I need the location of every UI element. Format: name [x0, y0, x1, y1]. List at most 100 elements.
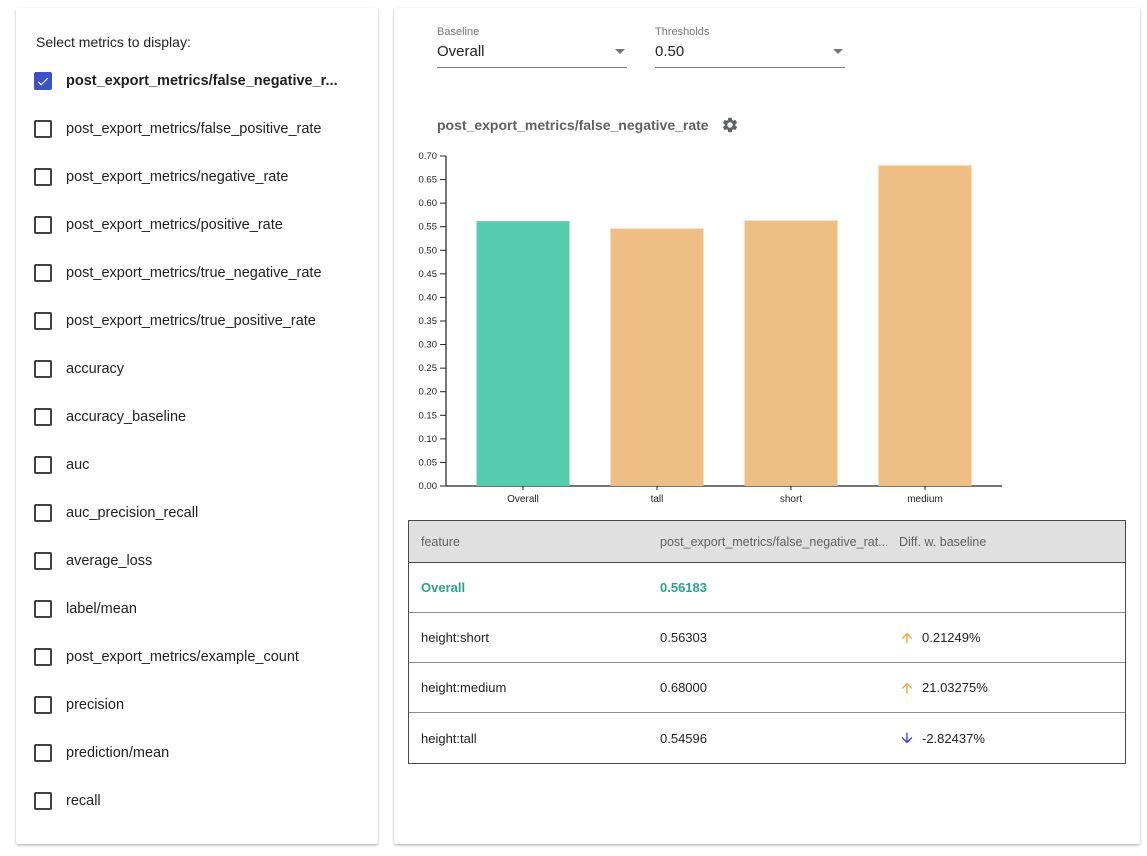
svg-text:0.05: 0.05: [419, 457, 438, 468]
checkbox-icon[interactable]: [34, 504, 52, 522]
svg-text:0.55: 0.55: [419, 222, 438, 233]
metric-checkbox-item[interactable]: accuracy_baseline: [34, 393, 374, 441]
svg-text:0.00: 0.00: [419, 481, 438, 492]
checkbox-icon[interactable]: [34, 264, 52, 282]
metric-label: post_export_metrics/false_positive_rate: [66, 121, 322, 137]
svg-text:0.40: 0.40: [419, 292, 438, 303]
diff-cell: -2.82437%: [887, 730, 1125, 746]
svg-text:Overall: Overall: [507, 494, 539, 505]
baseline-select[interactable]: Baseline Overall: [437, 26, 627, 68]
table-row[interactable]: height:short 0.56303 0.21249%: [409, 613, 1125, 663]
metric-checkbox-item[interactable]: auc: [34, 441, 374, 489]
checkbox-icon[interactable]: [34, 792, 52, 810]
diff-value: 21.03275%: [922, 680, 988, 695]
metrics-table: feature post_export_metrics/false_negati…: [408, 520, 1126, 764]
metrics-panel: Baseline Overall Thresholds 0.50 post_ex…: [394, 8, 1140, 844]
svg-text:0.50: 0.50: [419, 245, 438, 256]
metric-label: average_loss: [66, 553, 152, 569]
metric-label: recall: [66, 793, 101, 809]
table-row[interactable]: height:medium 0.68000 21.03275%: [409, 663, 1125, 713]
diff-cell: 0.21249%: [887, 630, 1125, 646]
checkbox-icon[interactable]: [34, 744, 52, 762]
panel-title: Select metrics to display:: [36, 34, 191, 50]
value-cell: 0.68000: [648, 680, 887, 695]
svg-text:medium: medium: [907, 494, 943, 505]
metric-checkbox-item[interactable]: auc_precision_recall: [34, 489, 374, 537]
svg-text:0.70: 0.70: [419, 151, 438, 162]
metric-checkbox-item[interactable]: accuracy: [34, 345, 374, 393]
diff-value: -2.82437%: [922, 731, 985, 746]
metric-label: auc_precision_recall: [66, 505, 198, 521]
arrow-up-icon: [899, 680, 915, 696]
metric-list: post_export_metrics/false_negative_r... …: [34, 57, 374, 825]
metric-checkbox-item[interactable]: post_export_metrics/example_count: [34, 633, 374, 681]
metric-label: auc: [66, 457, 89, 473]
metric-label: post_export_metrics/true_positive_rate: [66, 313, 316, 329]
checkbox-icon[interactable]: [34, 168, 52, 186]
settings-gear-icon[interactable]: [721, 116, 739, 134]
metric-checkbox-item[interactable]: label/mean: [34, 585, 374, 633]
checkbox-icon[interactable]: [34, 456, 52, 474]
metric-bar-chart: 0.00 0.05 0.10 0.15 0.20 0.25 0.30 0.35 0.40 0.45…: [404, 148, 1034, 520]
table-header-row: feature post_export_metrics/false_negati…: [409, 521, 1125, 563]
checkbox-icon[interactable]: [34, 552, 52, 570]
column-header-feature: feature: [409, 535, 648, 549]
checkbox-icon[interactable]: [34, 312, 52, 330]
svg-text:0.60: 0.60: [419, 198, 438, 209]
svg-text:tall: tall: [651, 494, 664, 505]
svg-text:short: short: [780, 494, 802, 505]
metric-checkbox-item[interactable]: average_loss: [34, 537, 374, 585]
feature-cell: height:short: [409, 630, 648, 645]
svg-text:0.45: 0.45: [419, 269, 438, 280]
fairness-indicators-widget: Select metrics to display: post_export_m…: [0, 0, 1147, 856]
checkbox-icon[interactable]: [34, 216, 52, 234]
metric-label: post_export_metrics/false_negative_r...: [66, 73, 338, 89]
checkbox-icon[interactable]: [34, 696, 52, 714]
baseline-select-value: Overall: [437, 43, 485, 60]
feature-cell: Overall: [409, 580, 648, 595]
metric-label: post_export_metrics/example_count: [66, 649, 299, 665]
table-row[interactable]: Overall 0.56183: [409, 563, 1125, 613]
table-row[interactable]: height:tall 0.54596 -2.82437%: [409, 713, 1125, 763]
chart-title: post_export_metrics/false_negative_rate: [437, 117, 709, 133]
diff-cell: 21.03275%: [887, 680, 1125, 696]
dropdown-arrow-icon: [615, 49, 625, 54]
metric-selector-panel: Select metrics to display: post_export_m…: [16, 8, 378, 844]
metric-label: prediction/mean: [66, 745, 169, 761]
checkbox-icon[interactable]: [34, 72, 52, 90]
arrow-up-icon: [899, 630, 915, 646]
thresholds-select-value: 0.50: [655, 43, 684, 60]
value-cell: 0.54596: [648, 731, 887, 746]
svg-text:0.15: 0.15: [419, 410, 438, 421]
metric-label: label/mean: [66, 601, 137, 617]
thresholds-select[interactable]: Thresholds 0.50: [655, 26, 845, 68]
svg-text:0.35: 0.35: [419, 316, 438, 327]
metric-checkbox-item[interactable]: recall: [34, 777, 374, 825]
value-cell: 0.56303: [648, 630, 887, 645]
metric-checkbox-item[interactable]: prediction/mean: [34, 729, 374, 777]
checkbox-icon[interactable]: [34, 408, 52, 426]
metric-checkbox-item[interactable]: post_export_metrics/true_negative_rate: [34, 249, 374, 297]
checkbox-icon[interactable]: [34, 600, 52, 618]
metric-checkbox-item[interactable]: post_export_metrics/positive_rate: [34, 201, 374, 249]
baseline-select-label: Baseline: [437, 26, 627, 38]
dropdown-arrow-icon: [833, 49, 843, 54]
svg-text:0.25: 0.25: [419, 363, 438, 374]
metric-checkbox-item[interactable]: post_export_metrics/false_positive_rate: [34, 105, 374, 153]
svg-text:0.20: 0.20: [419, 387, 438, 398]
metric-checkbox-item[interactable]: precision: [34, 681, 374, 729]
metric-label: precision: [66, 697, 124, 713]
svg-text:0.30: 0.30: [419, 340, 438, 351]
metric-label: accuracy: [66, 361, 124, 377]
metric-checkbox-item[interactable]: post_export_metrics/true_positive_rate: [34, 297, 374, 345]
table-body: Overall 0.56183 height:short 0.56303 0.2…: [409, 563, 1125, 763]
feature-cell: height:medium: [409, 680, 648, 695]
svg-text:0.10: 0.10: [419, 434, 438, 445]
metric-checkbox-item[interactable]: post_export_metrics/negative_rate: [34, 153, 374, 201]
metric-label: post_export_metrics/negative_rate: [66, 169, 288, 185]
metric-checkbox-item[interactable]: post_export_metrics/false_negative_r...: [34, 57, 374, 105]
checkbox-icon[interactable]: [34, 120, 52, 138]
checkbox-icon[interactable]: [34, 360, 52, 378]
metric-label: post_export_metrics/true_negative_rate: [66, 265, 322, 281]
checkbox-icon[interactable]: [34, 648, 52, 666]
